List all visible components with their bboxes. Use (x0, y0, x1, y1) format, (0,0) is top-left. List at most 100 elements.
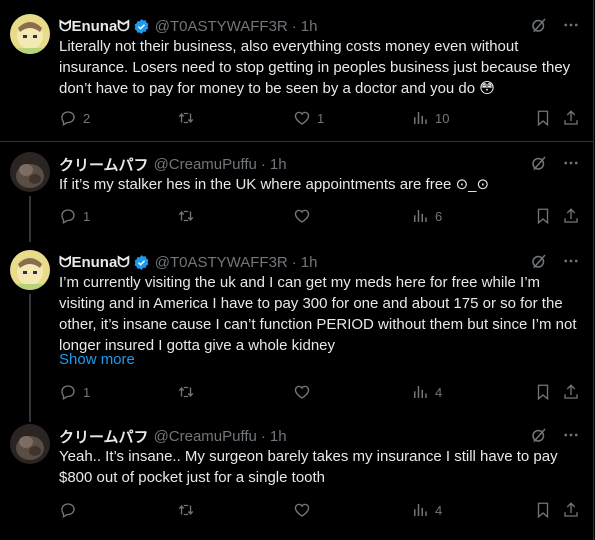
tweet-text: I’m currently visiting the uk and I can … (59, 274, 577, 354)
views-count: 4 (435, 384, 443, 400)
tweet-4[interactable]: クリームパフ @CreamuPuffu · 1h Yeah.. It’s ins… (0, 424, 594, 524)
share-button[interactable] (562, 383, 580, 401)
avatar[interactable] (10, 250, 50, 290)
action-bar: 2 1 10 (59, 108, 580, 128)
display-name[interactable]: クリームパフ (59, 154, 149, 175)
action-bar: 1 6 (59, 206, 580, 226)
display-name[interactable]: ᗢEnunaᗢ (59, 254, 130, 271)
bookmark-icon (537, 502, 549, 519)
tweet-text: If it’s my stalker hes in the UK where a… (59, 176, 490, 193)
like-count: 1 (317, 110, 325, 126)
views-icon (414, 386, 427, 398)
reply-button[interactable]: 2 (59, 109, 90, 127)
grok-icon[interactable] (530, 16, 548, 34)
views-count: 6 (435, 208, 443, 224)
timeline: ᗢEnunaᗢ @T0ASTYWAFF3R · 1h Literally not… (0, 0, 594, 540)
tweet-text: Yeah.. It’s insane.. My surgeon barely t… (59, 448, 558, 486)
display-name[interactable]: クリームパフ (59, 426, 149, 447)
retweet-icon (178, 386, 194, 398)
handle[interactable]: @T0ASTYWAFF3R (155, 254, 288, 271)
separator: · (260, 155, 266, 173)
retweet-icon (178, 112, 194, 124)
action-bar: 1 4 (59, 382, 580, 402)
retweet-button[interactable] (177, 383, 195, 401)
like-icon (294, 503, 310, 517)
bookmark-button[interactable] (534, 207, 552, 225)
like-button[interactable] (293, 383, 311, 401)
separator: · (260, 427, 266, 445)
separator: · (291, 17, 297, 35)
bookmark-icon (537, 384, 549, 401)
action-bar: 4 (59, 500, 580, 520)
tweet-text: Literally not their business, also every… (59, 38, 571, 97)
views-count: 10 (435, 110, 450, 126)
reply-count: 1 (83, 384, 91, 400)
show-more-link[interactable]: Show more (59, 351, 135, 368)
views-icon (414, 112, 427, 124)
grok-icon[interactable] (530, 252, 548, 270)
like-icon (294, 209, 310, 223)
verified-badge-icon (133, 18, 150, 35)
more-icon[interactable] (562, 16, 580, 34)
share-icon (564, 384, 578, 399)
bookmark-button[interactable] (534, 501, 552, 519)
share-button[interactable] (562, 207, 580, 225)
more-icon[interactable] (562, 154, 580, 172)
avatar[interactable] (10, 152, 50, 192)
bookmark-button[interactable] (534, 109, 552, 127)
reply-count: 1 (83, 208, 91, 224)
more-icon[interactable] (562, 252, 580, 270)
share-button[interactable] (562, 109, 580, 127)
verified-badge-icon (133, 254, 150, 271)
reply-count: 2 (83, 110, 91, 126)
reply-button[interactable]: 1 (59, 383, 90, 401)
handle[interactable]: @CreamuPuffu (154, 156, 257, 173)
share-button[interactable] (562, 501, 580, 519)
display-name[interactable]: ᗢEnunaᗢ (59, 18, 130, 35)
share-icon (564, 110, 578, 125)
like-button[interactable] (293, 207, 311, 225)
divider (0, 141, 594, 142)
retweet-icon (178, 504, 194, 516)
separator: · (291, 253, 297, 271)
reply-icon (61, 385, 75, 400)
timestamp[interactable]: 1h (301, 254, 318, 271)
avatar[interactable] (10, 424, 50, 464)
views-count: 4 (435, 502, 443, 518)
views-icon (414, 210, 427, 222)
views-button[interactable]: 6 (411, 207, 442, 225)
tweet-1[interactable]: ᗢEnunaᗢ @T0ASTYWAFF3R · 1h Literally not… (0, 14, 594, 134)
views-button[interactable]: 4 (411, 383, 442, 401)
more-icon[interactable] (562, 426, 580, 444)
retweet-button[interactable] (177, 207, 195, 225)
timestamp[interactable]: 1h (270, 428, 287, 445)
reply-icon (61, 111, 75, 126)
reply-button[interactable]: 1 (59, 207, 90, 225)
handle[interactable]: @CreamuPuffu (154, 428, 257, 445)
handle[interactable]: @T0ASTYWAFF3R (155, 18, 288, 35)
like-button[interactable]: 1 (293, 109, 324, 127)
avatar[interactable] (10, 14, 50, 54)
bookmark-icon (537, 110, 549, 127)
views-button[interactable]: 10 (411, 109, 449, 127)
share-icon (564, 208, 578, 223)
bookmark-icon (537, 208, 549, 225)
like-icon (294, 111, 310, 125)
reply-icon (61, 209, 75, 224)
reply-button[interactable] (59, 501, 77, 519)
retweet-button[interactable] (177, 109, 195, 127)
views-button[interactable]: 4 (411, 501, 442, 519)
grok-icon[interactable] (530, 154, 548, 172)
timestamp[interactable]: 1h (301, 18, 318, 35)
timestamp[interactable]: 1h (270, 156, 287, 173)
bookmark-button[interactable] (534, 383, 552, 401)
views-icon (414, 504, 427, 516)
retweet-button[interactable] (177, 501, 195, 519)
retweet-icon (178, 210, 194, 222)
tweet-3[interactable]: ᗢEnunaᗢ @T0ASTYWAFF3R · 1h I’m currently… (0, 250, 594, 406)
grok-icon[interactable] (530, 426, 548, 444)
tweet-2[interactable]: クリームパフ @CreamuPuffu · 1h If it’s my stal… (0, 152, 594, 232)
like-button[interactable] (293, 501, 311, 519)
reply-icon (61, 503, 75, 518)
share-icon (564, 502, 578, 517)
